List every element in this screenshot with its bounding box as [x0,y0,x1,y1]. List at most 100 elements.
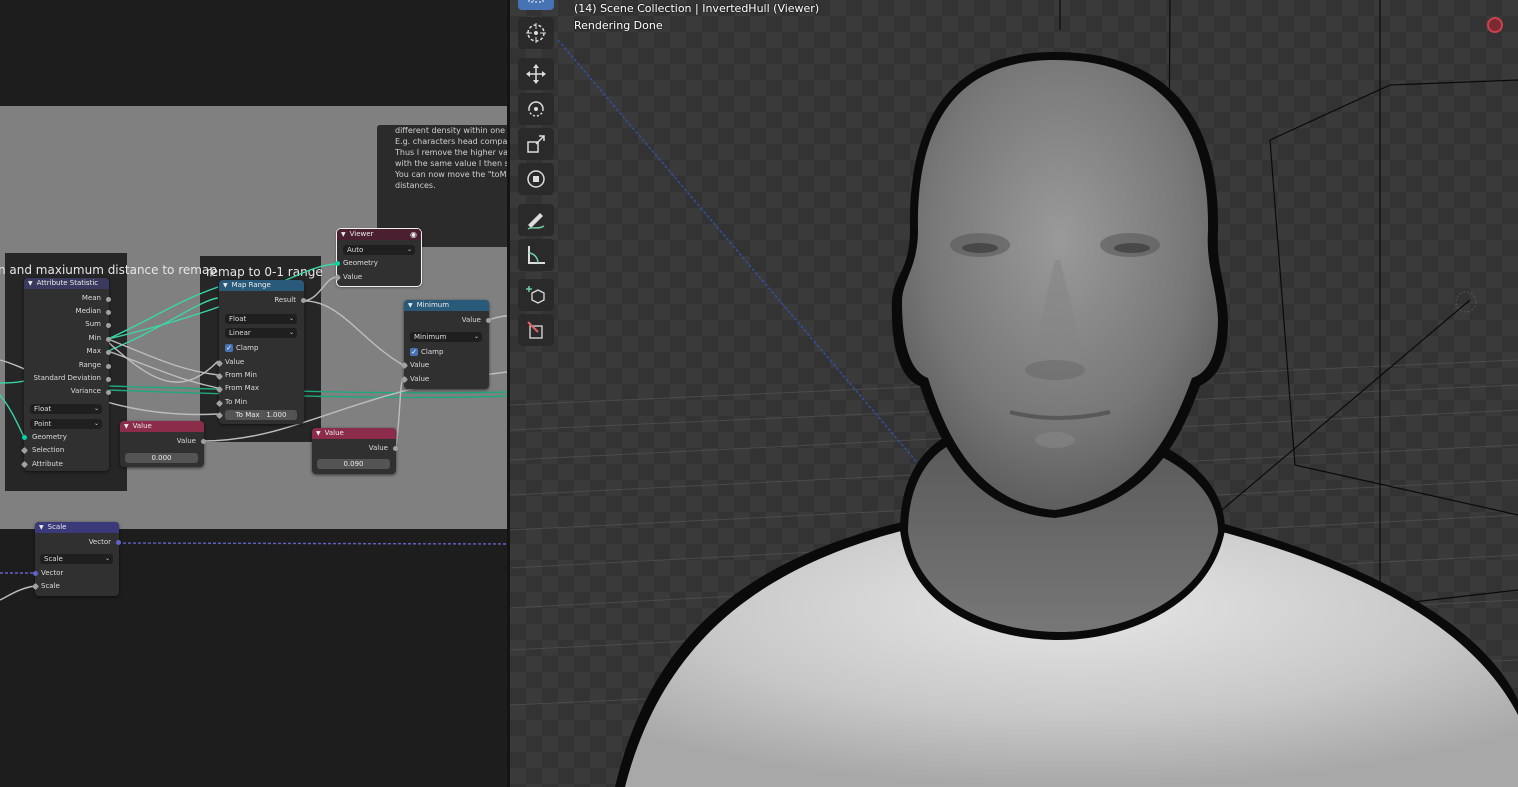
domain-dropdown[interactable]: Point ⌄ [30,419,102,429]
value-node[interactable]: ▼ Value Value 0.000 [120,421,206,467]
socket-geometry[interactable] [335,261,340,266]
3d-viewport[interactable]: (14) Scene Collection | InvertedHull (Vi… [510,0,1518,787]
node-header[interactable]: ▼ Scale [35,522,119,533]
node-header[interactable]: ▼ Value [120,421,204,432]
map-range-node[interactable]: ▼ Map Range Result Float ⌄ Linear ⌄ ✓ Clamp… [215,280,306,424]
add-cube-icon[interactable] [518,279,554,311]
socket-mean[interactable] [106,297,111,302]
socket-value-out[interactable] [393,446,398,451]
dropdown-value: Minimum [414,333,447,341]
to-max-field[interactable]: To Max 1.000 [225,410,297,420]
annotate-icon[interactable] [518,204,554,236]
eye-icon[interactable]: ◉ [410,229,417,240]
socket-vector-in[interactable] [33,571,38,576]
clamp-label: Clamp [421,348,444,356]
value-node[interactable]: ▼ Value Value 0.090 [312,428,398,474]
interpolation-dropdown[interactable]: Linear ⌄ [225,328,297,338]
dropdown-value: Scale [44,555,63,563]
node-title: Value [324,429,344,437]
dropdown-value: Point [34,420,52,428]
scale-icon[interactable] [518,128,554,160]
chevron-down-icon: ⌄ [288,329,294,336]
data-type-dropdown[interactable]: Float ⌄ [30,404,102,414]
node-header[interactable]: ▼ Map Range [219,280,304,291]
input-value: Value [343,273,363,281]
output-value: Value [368,444,388,452]
socket-standard-deviation[interactable] [106,377,111,382]
rotate-icon[interactable] [518,93,554,125]
chevron-down-icon[interactable]: ▼ [28,278,33,289]
chevron-down-icon[interactable]: ▼ [341,229,346,240]
output-min: Min [88,334,101,342]
minimum-node[interactable]: ▼ Minimum Value Minimum ⌄ ✓ Clamp Value Va… [400,300,491,389]
dropdown-value: Auto [347,246,364,254]
socket-median[interactable] [106,310,111,315]
clamp-checkbox[interactable]: ✓ [410,348,418,356]
node-editor[interactable]: n and maxiumum distance to remap remap t… [0,0,507,787]
output-value: Value [176,437,196,445]
measure-icon[interactable] [518,239,554,271]
chevron-down-icon[interactable]: ▼ [39,522,44,533]
node-title: Viewer [349,230,374,238]
value-field[interactable]: 0.000 [125,453,198,463]
input-selection: Selection [32,446,65,454]
socket-value-out[interactable] [486,318,491,323]
socket-vector-out[interactable] [116,540,121,545]
output-mean: Mean [81,294,101,302]
socket-sum[interactable] [106,323,111,328]
chevron-down-icon: ⌄ [93,420,99,427]
input-geometry: Geometry [32,433,67,441]
chevron-down-icon[interactable]: ▼ [408,300,413,311]
input-from-max: From Max [225,384,260,392]
chevron-down-icon[interactable]: ▼ [316,428,321,439]
attribute-statistic-node[interactable]: ▼ Attribute Statistic Mean Median Sum Min… [20,278,111,471]
viewport-scene [510,0,1518,787]
output-median: Median [75,307,101,315]
output-sum: Sum [85,320,101,328]
clamp-checkbox[interactable]: ✓ [225,344,233,352]
record-indicator[interactable] [1487,17,1503,33]
operation-dropdown[interactable]: Scale ⌄ [40,554,113,564]
node-header[interactable]: ▼ Viewer ◉ [337,229,421,240]
socket-result[interactable] [301,298,306,303]
chevron-down-icon[interactable]: ▼ [124,421,129,432]
socket-max[interactable] [106,350,111,355]
transform-icon[interactable] [518,163,554,195]
data-type-dropdown[interactable]: Float ⌄ [225,314,297,324]
chevron-down-icon: ⌄ [406,246,412,253]
value-field[interactable]: 0.090 [317,459,390,469]
node-header[interactable]: ▼ Attribute Statistic [24,278,109,289]
clamp-label: Clamp [236,344,259,352]
input-scale: Scale [41,582,60,590]
socket-range[interactable] [106,364,111,369]
output-range: Range [78,361,101,369]
field-value: 1.000 [266,411,287,419]
note-line: Thus I remove the higher va [395,148,507,157]
socket-geometry[interactable] [22,435,27,440]
node-title: Minimum [416,301,450,309]
socket-variance[interactable] [106,390,111,395]
node-header[interactable]: ▼ Minimum [404,300,489,311]
node-header[interactable]: ▼ Value [312,428,396,439]
knife-icon[interactable] [518,314,554,346]
operation-dropdown[interactable]: Minimum ⌄ [410,332,482,342]
render-status: Rendering Done [574,19,663,32]
socket-value-out[interactable] [201,439,206,444]
socket-min[interactable] [106,337,111,342]
viewer-node[interactable]: ▼ Viewer ◉ Auto ⌄ Geometry Value [333,228,422,287]
node-title: Scale [47,523,67,531]
dropdown-value: Float [229,315,247,323]
frame-label-remap: remap to 0-1 range [206,265,323,279]
output-result: Result [274,296,296,304]
frame-label-distance: n and maxiumum distance to remap [0,263,217,277]
socket-scale[interactable] [31,582,40,591]
input-geometry: Geometry [343,259,378,267]
domain-dropdown[interactable]: Auto ⌄ [343,245,415,255]
chevron-down-icon[interactable]: ▼ [223,280,228,291]
input-to-min: To Min [225,398,248,406]
select-box-icon[interactable] [518,0,554,10]
input-attribute: Attribute [32,460,63,468]
move-icon[interactable] [518,58,554,90]
cursor-icon[interactable] [518,17,554,49]
scale-node[interactable]: ▼ Scale Vector Scale ⌄ Vector Scale [31,522,121,596]
